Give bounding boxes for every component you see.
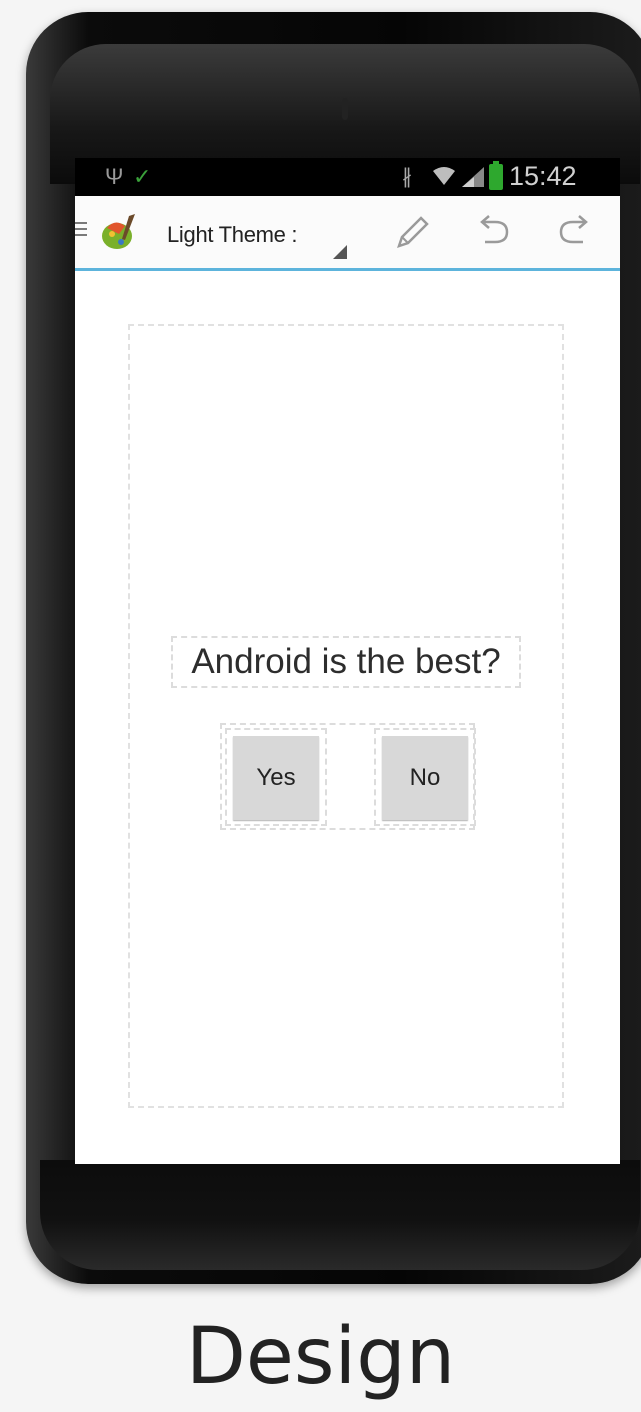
caption: Design — [185, 1312, 456, 1402]
no-button-frame: No — [374, 728, 476, 826]
action-bar: Light Theme : — [75, 196, 620, 271]
status-time: 15:42 — [509, 161, 577, 191]
signal-icon — [462, 167, 484, 187]
phone-screen: Ψ ✓ ∦ 15:42 Light Theme : Android is the… — [75, 158, 620, 1164]
no-button[interactable]: No — [382, 736, 468, 820]
question-text: Android is the best? — [171, 636, 521, 688]
dropdown-icon[interactable] — [333, 245, 347, 259]
bluetooth-icon: ∦ — [402, 166, 412, 188]
pencil-icon[interactable] — [391, 212, 433, 254]
wifi-icon — [433, 167, 455, 185]
layout-container — [128, 324, 564, 1108]
app-logo[interactable] — [95, 212, 143, 254]
phone-bottom-bezel — [40, 1160, 640, 1270]
usb-icon: Ψ — [105, 164, 124, 189]
yes-button[interactable]: Yes — [233, 736, 319, 820]
redo-icon[interactable] — [553, 212, 595, 254]
button-group: Yes No — [220, 723, 476, 830]
check-icon: ✓ — [133, 164, 152, 189]
status-bar: Ψ ✓ ∦ 15:42 — [75, 158, 620, 196]
menu-icon[interactable] — [75, 218, 89, 240]
undo-icon[interactable] — [473, 212, 515, 254]
earpiece — [342, 98, 348, 120]
yes-button-frame: Yes — [225, 728, 327, 826]
theme-selector[interactable]: Light Theme : — [167, 222, 298, 248]
battery-icon — [489, 161, 503, 190]
